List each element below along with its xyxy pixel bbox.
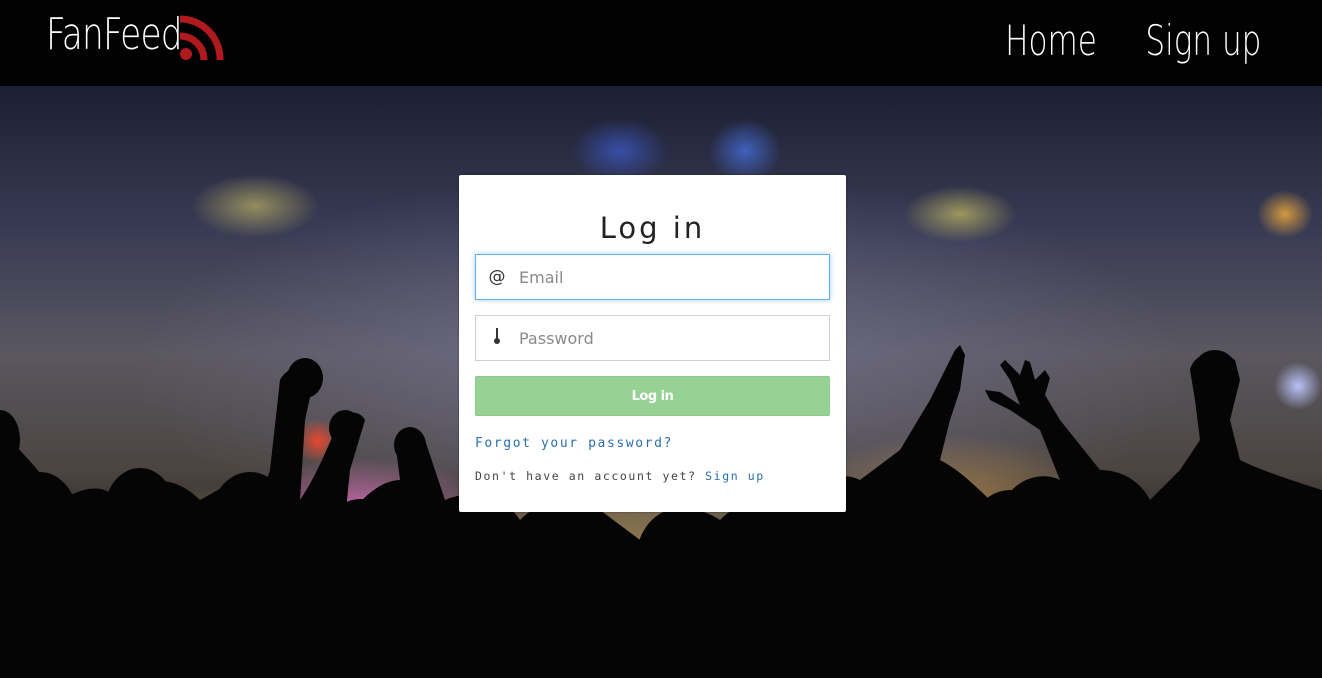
login-title: Log in (599, 211, 706, 245)
login-card: Log in @ Log in Forgot your password? Do… (459, 175, 846, 512)
brand-name: FanFeed (46, 9, 183, 60)
login-submit-button[interactable]: Log in (475, 376, 830, 416)
nav-links: Home Sign up (989, 14, 1262, 68)
forgot-password-link[interactable]: Forgot your password? (475, 436, 673, 451)
password-input-group (475, 315, 830, 361)
key-icon (476, 327, 518, 350)
card-signup-link[interactable]: Sign up (705, 469, 765, 483)
no-account-prompt: Don't have an account yet? Sign up (475, 469, 765, 483)
email-input[interactable] (519, 257, 809, 297)
at-sign-icon: @ (488, 267, 506, 287)
password-input[interactable] (519, 318, 809, 358)
page: FanFeed Home Sign up Log in @ Email Log … (0, 0, 1322, 678)
top-navbar: FanFeed Home Sign up (0, 0, 1322, 86)
brand-logo-link[interactable]: FanFeed (46, 8, 224, 62)
no-account-text: Don't have an account yet? (475, 469, 697, 483)
email-input-group: @ (475, 254, 830, 300)
nav-home-link[interactable]: Home (1005, 14, 1097, 68)
nav-signup-link[interactable]: Sign up (1146, 14, 1262, 68)
rss-icon (178, 14, 224, 62)
